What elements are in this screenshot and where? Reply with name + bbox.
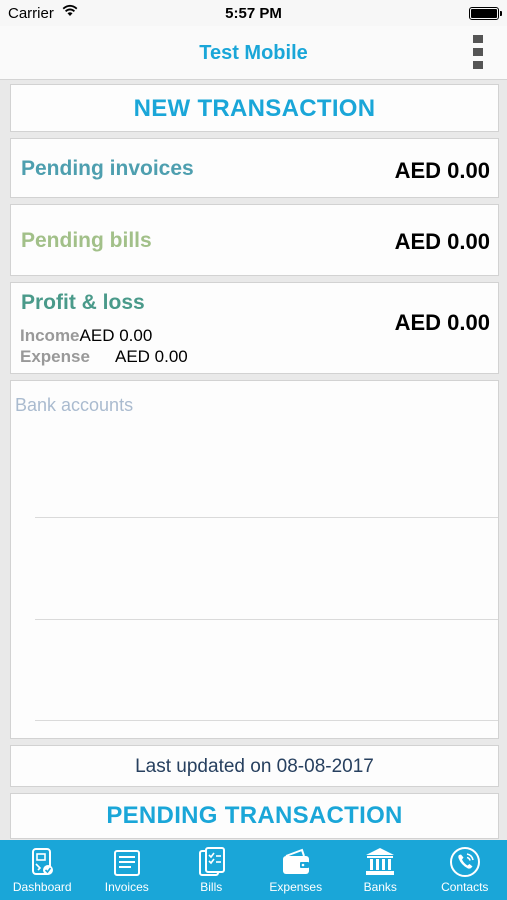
tab-contacts[interactable]: Contacts	[423, 840, 507, 900]
chart-gridline	[35, 619, 498, 620]
pending-bills-label: Pending bills	[21, 229, 152, 252]
phone-icon	[449, 847, 480, 877]
last-updated-text: Last updated on 08-08-2017	[135, 756, 374, 777]
chart-gridline	[35, 720, 498, 721]
tab-invoices[interactable]: Invoices	[85, 840, 170, 900]
income-row: IncomeAED 0.00	[20, 326, 152, 346]
tab-invoices-label: Invoices	[104, 880, 149, 894]
pending-bills-card[interactable]: Pending bills AED 0.00	[10, 204, 499, 276]
bank-accounts-chart: Bank accounts	[10, 380, 499, 739]
dashboard-icon	[32, 848, 54, 875]
tab-dashboard[interactable]: Dashboard	[0, 840, 85, 900]
tab-banks-label: Banks	[363, 880, 397, 894]
pending-bills-amount: AED 0.00	[394, 229, 490, 254]
pending-transaction-label: PENDING TRANSACTION	[106, 802, 403, 829]
pending-invoices-label: Pending invoices	[21, 157, 194, 180]
profit-loss-label: Profit & loss	[21, 291, 145, 314]
tab-expenses-label: Expenses	[269, 880, 323, 894]
new-transaction-button[interactable]: NEW TRANSACTION	[10, 84, 499, 132]
clock: 5:57 PM	[225, 5, 282, 22]
tab-dashboard-label: Dashboard	[12, 880, 72, 894]
tab-bills-label: Bills	[200, 880, 223, 894]
navigation-bar: Test Mobile	[0, 26, 507, 80]
tab-bills[interactable]: Bills	[169, 840, 254, 900]
bank-accounts-title: Bank accounts	[15, 395, 134, 415]
profit-loss-card[interactable]: Profit & loss AED 0.00 IncomeAED 0.00 Ex…	[10, 282, 499, 374]
pending-invoices-card[interactable]: Pending invoices AED 0.00	[10, 138, 499, 198]
new-transaction-label: NEW TRANSACTION	[133, 95, 376, 122]
more-vertical-icon[interactable]	[473, 35, 483, 73]
pending-invoices-amount: AED 0.00	[394, 158, 490, 183]
tab-bar: Dashboard Invoices Bills Expenses Banks …	[0, 840, 507, 900]
status-bar: Carrier 5:57 PM	[0, 0, 507, 26]
tab-contacts-label: Contacts	[441, 880, 489, 894]
bills-icon	[199, 847, 226, 876]
income-label: Income	[20, 326, 80, 345]
tab-expenses[interactable]: Expenses	[254, 840, 339, 900]
expense-row: Expense AED 0.00	[20, 347, 188, 367]
chart-gridline	[35, 517, 498, 518]
expense-label: Expense	[20, 347, 90, 366]
page-title: Test Mobile	[199, 42, 308, 64]
bank-icon	[366, 848, 395, 875]
invoices-icon	[113, 850, 140, 876]
income-value: AED 0.00	[79, 326, 153, 345]
wallet-icon	[282, 848, 309, 874]
pending-transaction-button[interactable]: PENDING TRANSACTION	[10, 793, 499, 839]
profit-loss-amount: AED 0.00	[394, 310, 490, 335]
last-updated-bar: Last updated on 08-08-2017	[10, 745, 499, 787]
expense-value: AED 0.00	[115, 347, 188, 366]
tab-banks[interactable]: Banks	[338, 840, 423, 900]
battery-icon	[469, 7, 502, 20]
